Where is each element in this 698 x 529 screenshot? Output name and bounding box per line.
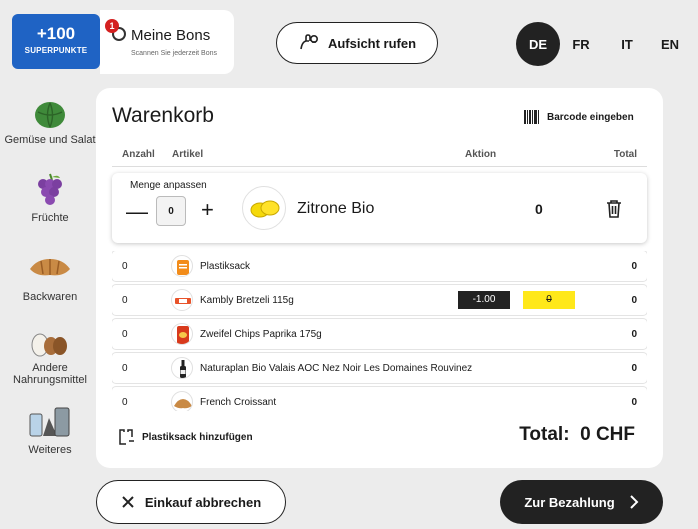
cancel-purchase-button[interactable]: Einkauf abbrechen — [96, 480, 286, 524]
lang-fr-button[interactable]: FR — [566, 22, 596, 66]
item-name: Plastiksack — [200, 261, 251, 272]
item-name: Zweifel Chips Paprika 175g — [200, 329, 322, 340]
cancel-purchase-label: Einkauf abbrechen — [144, 494, 262, 510]
sidebar-item-label: Andere Nahrungsmittel — [13, 362, 87, 386]
adjust-quantity-label: Menge anpassen — [130, 180, 207, 191]
item-qty: 0 — [122, 329, 128, 340]
item-total: 0 — [631, 329, 637, 340]
editing-product-name: Zitrone Bio — [297, 200, 375, 217]
promo-label: SUPERPUNKTE — [24, 46, 88, 55]
lang-de-button[interactable]: DE — [516, 22, 560, 66]
sidebar-item-label: Gemüse und Salat — [4, 134, 96, 146]
checkout-button[interactable]: Zur Bezahlung — [500, 480, 663, 524]
grand-total: Total: 0 CHF — [519, 424, 635, 445]
grapes-icon — [38, 173, 62, 205]
struck-price: 0 — [523, 291, 575, 309]
lang-it-button[interactable]: IT — [612, 22, 642, 66]
croissant-icon — [171, 391, 193, 411]
add-plastic-bag-button[interactable]: Plastiksack hinzufügen — [118, 428, 253, 446]
item-total: 0 — [631, 397, 637, 408]
cart-panel: Warenkorb Barcode eingeben Anzahl Artike… — [96, 88, 663, 468]
enter-barcode-button[interactable]: Barcode eingeben — [524, 110, 634, 124]
chips-icon — [171, 323, 193, 345]
eggs-icon — [31, 333, 67, 357]
barcode-label: Barcode eingeben — [547, 111, 634, 123]
table-row[interactable]: 0 French Croissant 0 — [112, 387, 647, 411]
table-row[interactable]: 0 Kambly Bretzeli 115g -1.00 0 0 — [112, 285, 647, 315]
item-total: 0 — [631, 295, 637, 306]
bons-subtitle: Scannen Sie jederzeit Bons — [131, 50, 217, 57]
promo-points: +100 — [36, 24, 76, 43]
lemon-image — [242, 186, 286, 230]
delete-button[interactable] — [606, 200, 622, 223]
item-total: 0 — [631, 363, 637, 374]
sidebar-item-gemuese[interactable]: Gemüse und Salat — [0, 100, 100, 146]
editing-product-total: 0 — [535, 201, 543, 217]
header-divider — [112, 166, 647, 167]
sidebar-item-fruechte[interactable]: Früchte — [0, 172, 100, 224]
barcode-icon — [524, 110, 539, 124]
sidebar-item-weiteres[interactable]: Weiteres — [0, 404, 100, 456]
top-bar: +100 SUPERPUNKTE 1 Meine Bons Scannen Si… — [0, 0, 698, 78]
column-qty: Anzahl — [122, 149, 155, 160]
bons-title: Meine Bons — [131, 27, 211, 44]
column-article: Artikel — [172, 149, 204, 160]
croissant-icon — [30, 259, 70, 276]
quantity-field[interactable]: 0 — [156, 196, 186, 226]
table-row[interactable]: 0 Zweifel Chips Paprika 175g 0 — [112, 319, 647, 349]
item-name: Naturaplan Bio Valais AOC Nez Noir Les D… — [200, 363, 473, 374]
item-qty: 0 — [122, 261, 128, 272]
bag-icon — [171, 255, 193, 277]
sidebar-item-andere[interactable]: Andere Nahrungsmittel — [0, 330, 100, 386]
cart-title: Warenkorb — [112, 104, 214, 127]
item-name: Kambly Bretzeli 115g — [200, 295, 294, 306]
lang-en-button[interactable]: EN — [655, 22, 685, 66]
my-bons-button[interactable]: 1 Meine Bons Scannen Sie jederzeit Bons — [100, 10, 234, 74]
superpunkte-promo[interactable]: +100 SUPERPUNKTE — [12, 14, 100, 69]
item-qty: 0 — [122, 363, 128, 374]
discount-badge: -1.00 — [458, 291, 510, 309]
item-name: French Croissant — [200, 397, 277, 408]
call-supervisor-label: Aufsicht rufen — [327, 35, 417, 51]
household-icon — [29, 407, 70, 437]
wine-bottle-icon — [171, 357, 193, 379]
close-icon — [122, 496, 134, 508]
cart-item-list[interactable]: 0 Plastiksack 0 0 Kambly Bretzeli 115g -… — [112, 251, 647, 411]
item-total: 0 — [631, 261, 637, 272]
sidebar-item-label: Weiteres — [28, 444, 72, 456]
increase-button[interactable]: + — [201, 197, 214, 223]
trash-icon — [607, 200, 621, 218]
sidebar-item-label: Früchte — [31, 212, 69, 224]
table-row[interactable]: 0 Naturaplan Bio Valais AOC Nez Noir Les… — [112, 353, 647, 383]
sidebar-item-backwaren[interactable]: Backwaren — [0, 253, 100, 303]
bretzeli-icon — [171, 289, 193, 311]
item-qty: 0 — [122, 295, 128, 306]
chevron-right-icon — [629, 495, 639, 509]
column-total: Total — [613, 149, 637, 160]
quantity-editor: Menge anpassen — 0 + Zitrone Bio 0 — [112, 173, 647, 243]
checkout-label: Zur Bezahlung — [524, 494, 615, 510]
bons-count-badge: 1 — [105, 19, 119, 33]
bag-plus-icon — [119, 429, 134, 445]
item-qty: 0 — [122, 397, 128, 408]
hand-icon — [300, 34, 318, 50]
add-plastic-bag-label: Plastiksack hinzufügen — [142, 431, 253, 443]
cabbage-icon — [35, 102, 65, 128]
column-action: Aktion — [465, 149, 497, 160]
call-supervisor-button[interactable]: Aufsicht rufen — [276, 22, 438, 64]
table-row[interactable]: 0 Plastiksack 0 — [112, 251, 647, 281]
decrease-button[interactable]: — — [126, 199, 148, 225]
sidebar-item-label: Backwaren — [22, 291, 78, 303]
